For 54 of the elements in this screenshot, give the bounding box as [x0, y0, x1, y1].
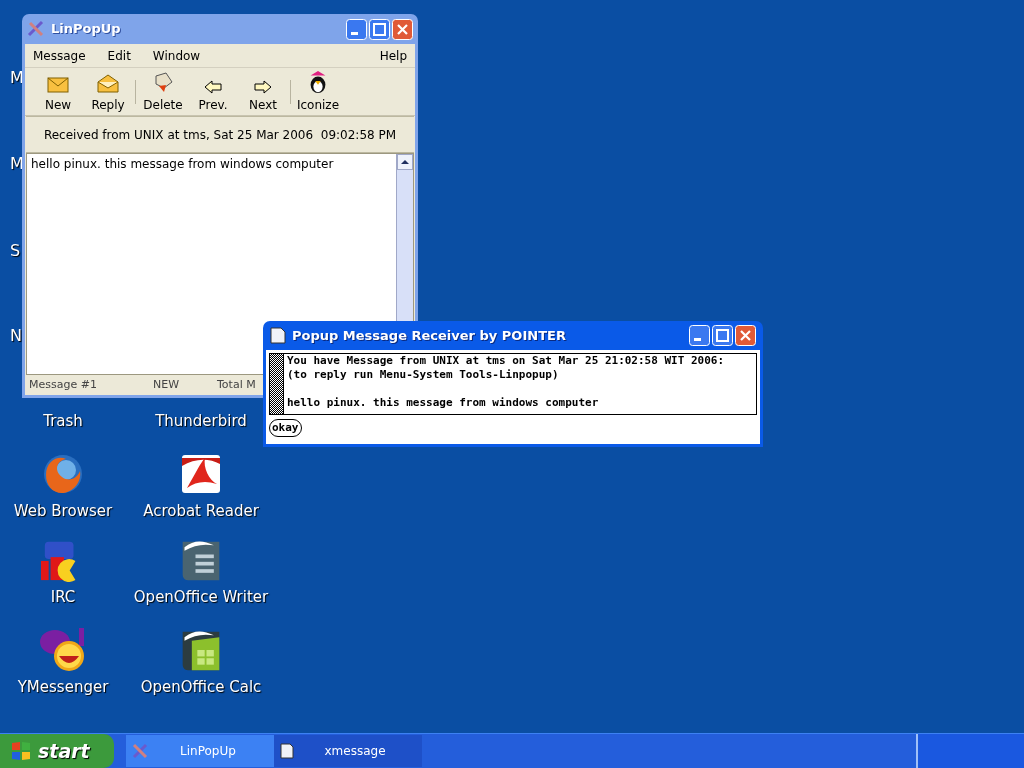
menu-item[interactable]: Message [33, 46, 86, 65]
message-text: hello pinux. this message from windows computer [31, 157, 334, 171]
document-icon [270, 327, 286, 344]
toolbar-button[interactable]: New [33, 69, 83, 114]
start-button[interactable]: start [0, 734, 114, 768]
status-text: Message #1 [29, 376, 98, 393]
toolbar-button[interactable]: Delete [138, 69, 188, 114]
icon-label[interactable]: Thunderbird [155, 410, 247, 433]
icon-label: M [10, 153, 24, 175]
icon-label: N [10, 325, 22, 347]
document-icon [280, 743, 294, 759]
window-title: LinPopUp [51, 20, 121, 39]
message-line: hello pinux. this message from windows computer [287, 396, 600, 410]
toolbar-button[interactable]: Reply [83, 69, 133, 114]
right-arrow-icon [254, 79, 272, 94]
app-icon [132, 743, 148, 759]
windows-logo-icon [10, 740, 32, 762]
open-envelope-icon [97, 73, 119, 94]
scrollbar[interactable] [270, 354, 284, 414]
app-icon [27, 20, 45, 38]
received-header: Received from UNIX at tms, Sat 25 Mar 2006 09:02:58 PM [43, 126, 397, 144]
icon-label[interactable]: IRC [50, 586, 76, 609]
taskbar-button[interactable]: xmessage [274, 735, 422, 767]
icon-label[interactable]: OpenOffice Calc [140, 676, 262, 699]
maximize-button[interactable] [712, 325, 733, 346]
scroll-up-button[interactable] [397, 154, 413, 170]
icon-label[interactable]: YMessenger [17, 676, 109, 699]
menu-item[interactable]: Window [152, 46, 201, 65]
menu-item[interactable]: Edit [107, 46, 131, 65]
icon-label[interactable]: Trash [43, 410, 83, 433]
toolbar-button[interactable]: Iconize [293, 69, 343, 114]
taskbar-button[interactable]: LinPopUp [126, 735, 274, 767]
toolbar-button[interactable]: Prev. [188, 69, 238, 114]
left-arrow-icon [204, 79, 222, 94]
maximize-button[interactable] [369, 18, 390, 40]
status-text: NEW [153, 376, 181, 393]
app-icon[interactable] [181, 452, 221, 496]
close-button[interactable] [735, 325, 756, 346]
menu-item[interactable]: Help [379, 46, 407, 65]
close-button[interactable] [392, 18, 413, 40]
status-text: Total M [217, 376, 257, 393]
paper-icon [152, 71, 174, 94]
icon-label[interactable]: OpenOffice Writer [133, 586, 269, 609]
message-line: You have Message from UNIX at tms on Sat Mar 25 21:02:58 WIT 2006: [287, 354, 726, 368]
app-icon[interactable] [39, 628, 87, 672]
icon-label: M [10, 67, 24, 89]
icon-label: S [10, 240, 21, 262]
icon-label[interactable]: Acrobat Reader [143, 500, 259, 523]
message-line: (to reply run Menu-System Tools-Linpopup) [287, 368, 560, 382]
toolbar-button[interactable]: Next [238, 69, 288, 114]
minimize-button[interactable] [346, 18, 367, 40]
window-title: Popup Message Receiver by POINTER [292, 326, 566, 345]
minimize-button[interactable] [689, 325, 710, 346]
icon-label[interactable]: Web Browser [13, 500, 113, 523]
